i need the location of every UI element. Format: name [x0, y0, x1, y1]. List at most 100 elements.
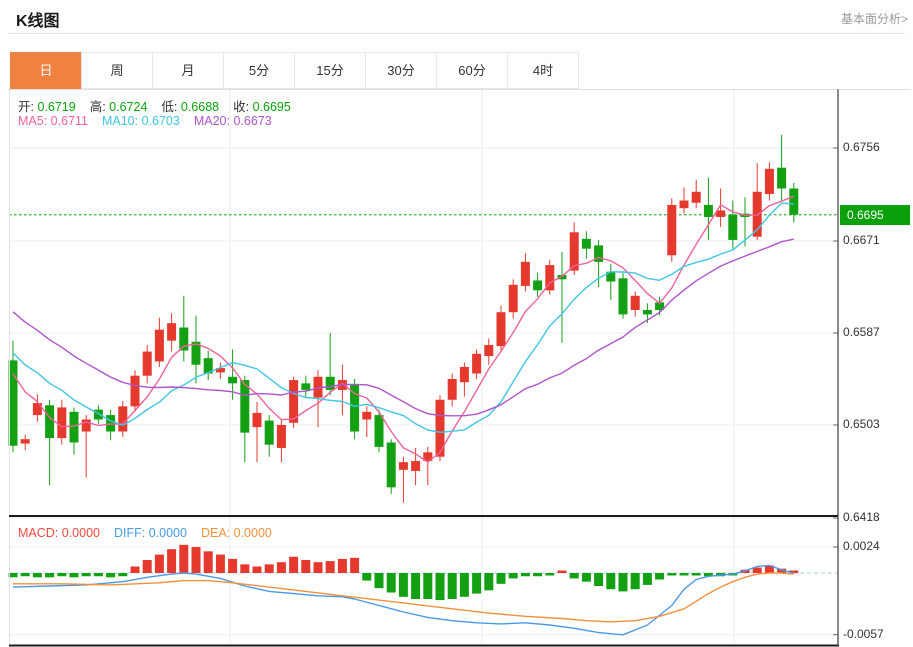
macd-bar[interactable]	[423, 573, 432, 599]
macd-bar[interactable]	[521, 573, 530, 576]
macd-bar[interactable]	[460, 573, 469, 597]
candle[interactable]	[423, 447, 432, 485]
macd-bar[interactable]	[228, 559, 237, 573]
candle[interactable]	[692, 180, 701, 208]
macd-bar[interactable]	[387, 573, 396, 593]
macd-bar[interactable]	[326, 561, 335, 573]
candle[interactable]	[70, 407, 79, 454]
candle[interactable]	[204, 351, 213, 381]
macd-bar[interactable]	[411, 573, 420, 599]
macd-bar[interactable]	[118, 573, 127, 576]
macd-bar[interactable]	[82, 573, 91, 576]
candle[interactable]	[716, 189, 725, 227]
candle[interactable]	[582, 231, 591, 258]
candle[interactable]	[94, 405, 103, 424]
macd-bar[interactable]	[289, 557, 298, 573]
macd-bar[interactable]	[70, 573, 79, 577]
candle[interactable]	[448, 374, 457, 407]
macd-bar[interactable]	[338, 559, 347, 573]
macd-bar[interactable]	[594, 573, 603, 586]
candle[interactable]	[57, 400, 66, 445]
candle[interactable]	[362, 406, 371, 437]
macd-bar[interactable]	[167, 549, 176, 573]
macd-bar[interactable]	[399, 573, 408, 597]
candle[interactable]	[631, 291, 640, 316]
macd-bar[interactable]	[570, 573, 579, 578]
macd-bar[interactable]	[106, 573, 115, 577]
macd-bar[interactable]	[179, 545, 188, 573]
macd-bar[interactable]	[472, 573, 481, 594]
macd-bar[interactable]	[509, 573, 518, 578]
macd-bar[interactable]	[497, 573, 506, 584]
candle[interactable]	[253, 402, 262, 462]
macd-bar[interactable]	[216, 555, 225, 573]
macd-bar[interactable]	[45, 573, 54, 577]
candle[interactable]	[753, 163, 762, 240]
candle[interactable]	[606, 264, 615, 300]
candle[interactable]	[533, 273, 542, 297]
candle[interactable]	[131, 370, 140, 412]
macd-bar[interactable]	[606, 573, 615, 589]
macd-bar[interactable]	[57, 573, 66, 576]
macd-bar[interactable]	[619, 573, 628, 591]
candle[interactable]	[765, 162, 774, 200]
macd-bar[interactable]	[21, 573, 30, 576]
candle[interactable]	[350, 379, 359, 439]
macd-bar[interactable]	[533, 573, 542, 576]
candle[interactable]	[570, 222, 579, 275]
candle[interactable]	[21, 435, 30, 450]
macd-bar[interactable]	[350, 558, 359, 573]
candle[interactable]	[545, 260, 554, 295]
macd-bar[interactable]	[131, 567, 140, 574]
candle[interactable]	[509, 279, 518, 318]
candle[interactable]	[777, 135, 786, 202]
macd-bar[interactable]	[631, 573, 640, 589]
candle[interactable]	[741, 197, 750, 246]
macd-bar[interactable]	[192, 547, 201, 573]
candle[interactable]	[338, 365, 347, 415]
candle[interactable]	[460, 363, 469, 397]
macd-bar[interactable]	[301, 560, 310, 573]
candle[interactable]	[472, 349, 481, 379]
macd-bar[interactable]	[692, 573, 701, 576]
macd-bar[interactable]	[240, 564, 249, 573]
macd-bar[interactable]	[143, 560, 152, 573]
macd-bar[interactable]	[362, 573, 371, 581]
macd-bar[interactable]	[545, 573, 554, 576]
macd-bar[interactable]	[667, 573, 676, 576]
candle[interactable]	[143, 345, 152, 383]
candle[interactable]	[265, 415, 274, 457]
candle[interactable]	[216, 363, 225, 379]
macd-bar[interactable]	[155, 555, 164, 573]
candle[interactable]	[179, 296, 188, 362]
candle[interactable]	[680, 187, 689, 213]
candle[interactable]	[521, 253, 530, 291]
macd-bar[interactable]	[253, 567, 262, 574]
macd-bar[interactable]	[277, 562, 286, 573]
candle[interactable]	[399, 457, 408, 503]
macd-bar[interactable]	[94, 573, 103, 576]
candle[interactable]	[667, 198, 676, 261]
macd-bar[interactable]	[375, 573, 384, 588]
candle[interactable]	[619, 273, 628, 319]
candle[interactable]	[497, 306, 506, 352]
candle[interactable]	[301, 376, 310, 398]
candle[interactable]	[789, 183, 798, 222]
candle[interactable]	[558, 252, 567, 343]
candle[interactable]	[167, 313, 176, 351]
macd-bar[interactable]	[753, 568, 762, 573]
candle[interactable]	[277, 419, 286, 462]
macd-bar[interactable]	[204, 551, 213, 573]
candle[interactable]	[155, 318, 164, 367]
macd-bar[interactable]	[582, 573, 591, 582]
candle[interactable]	[240, 376, 249, 462]
macd-bar[interactable]	[314, 562, 323, 573]
macd-bar[interactable]	[436, 573, 445, 600]
candle[interactable]	[289, 377, 298, 428]
macd-bar[interactable]	[680, 573, 689, 576]
candle[interactable]	[484, 338, 493, 364]
candle[interactable]	[118, 401, 127, 437]
candle[interactable]	[82, 415, 91, 477]
macd-bar[interactable]	[655, 573, 664, 580]
macd-bar[interactable]	[643, 573, 652, 585]
